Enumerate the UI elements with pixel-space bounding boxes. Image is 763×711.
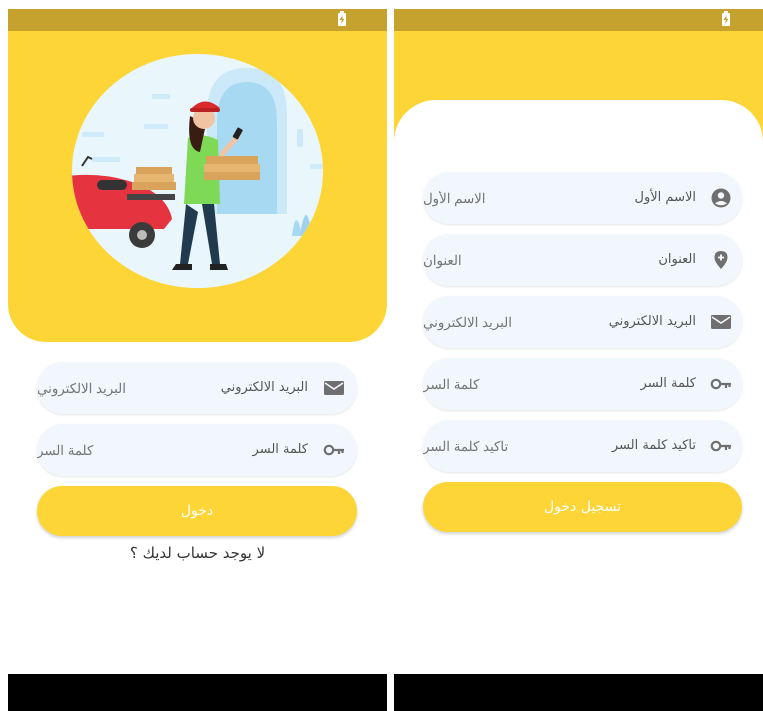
password-input[interactable] (423, 358, 742, 410)
email-field[interactable]: البريد الالكتروني (37, 362, 357, 414)
hero-banner (8, 31, 387, 342)
address-field[interactable]: العنوان (423, 234, 742, 286)
battery-charging-icon (722, 11, 730, 26)
battery-charging-icon (338, 11, 346, 26)
signup-link[interactable]: لا يوجد حساب لديك ؟ (8, 544, 387, 562)
email-input[interactable] (37, 362, 357, 414)
password-field[interactable]: كلمة السر (37, 424, 357, 476)
email-input[interactable] (423, 296, 742, 348)
register-screen: الاسم الأول العنوان البريد الالكتروني كل… (394, 9, 763, 711)
register-button[interactable]: تسجيل دخول (423, 482, 742, 532)
confirm-password-field[interactable]: تاكيد كلمة السر (423, 420, 742, 472)
password-input[interactable] (37, 424, 357, 476)
address-input[interactable] (423, 234, 742, 286)
navigation-bar (394, 674, 763, 711)
navigation-bar (8, 674, 387, 711)
login-screen: البريد الالكتروني كلمة السر دخول لا يوجد… (8, 9, 387, 711)
status-bar (8, 9, 387, 31)
first-name-field[interactable]: الاسم الأول (423, 172, 742, 224)
delivery-illustration (72, 54, 323, 288)
password-field[interactable]: كلمة السر (423, 358, 742, 410)
confirm-password-input[interactable] (423, 420, 742, 472)
first-name-input[interactable] (423, 172, 742, 224)
login-button[interactable]: دخول (37, 486, 357, 536)
email-field[interactable]: البريد الالكتروني (423, 296, 742, 348)
status-bar (394, 9, 763, 31)
